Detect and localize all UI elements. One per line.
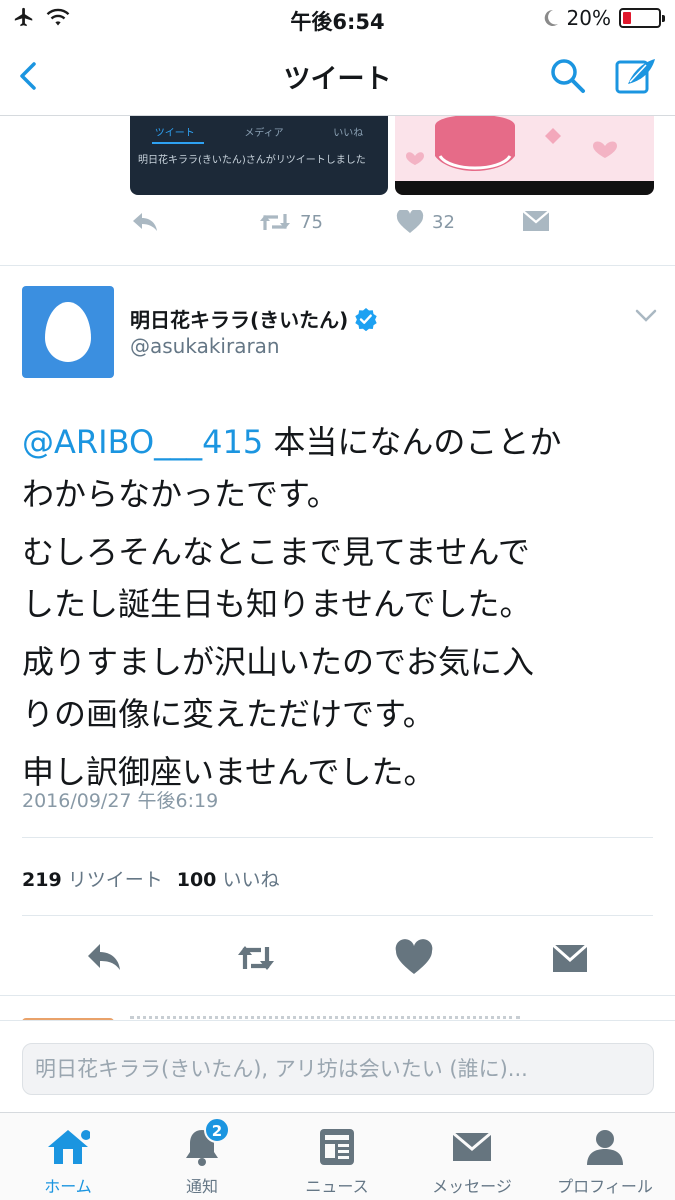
user-name-row[interactable]: 明日花キララ(きいたん) [130, 304, 378, 333]
moon-icon [544, 9, 558, 26]
tweet-actions [0, 930, 675, 984]
tweet-text: @ARIBO___415 本当になんのことか わからなかったです。 むしろそんな… [22, 416, 662, 804]
tweet-stats: 219 リツイート 100 いいね [22, 865, 279, 892]
divider [22, 915, 653, 916]
tweet-line: むしろそんなとこまで見てませんで [22, 533, 530, 571]
reply-input[interactable]: 明日花キララ(きいたん), アリ坊は会いたい (誰に)... [22, 1043, 654, 1095]
divider [0, 265, 675, 266]
tab-bar: ホーム 2 通知 ニュース メッセージ プロフィール [0, 1112, 675, 1200]
tab-notifications[interactable]: 2 通知 [142, 1117, 262, 1200]
like-count: 100 [176, 869, 217, 891]
media-thumbnail-image[interactable] [395, 116, 654, 195]
thumb-retweet-text: 明日花キララ(きいたん)さんがリツイートしました [138, 155, 366, 166]
tab-messages[interactable]: メッセージ [412, 1127, 532, 1200]
verified-badge-icon [355, 307, 377, 331]
nav-bar: ツイート [0, 38, 675, 116]
media-thumbnail-screenshot[interactable]: ツイート メディア いいね 明日花キララ(きいたん)さんがリツイートしました [130, 116, 388, 195]
search-icon[interactable] [548, 56, 588, 96]
heart-icon [396, 210, 424, 233]
retweet-icon[interactable] [236, 938, 276, 978]
like-stat[interactable]: 100 いいね [177, 865, 280, 892]
prev-like-button[interactable]: 32 [396, 210, 455, 234]
prev-like-count: 32 [432, 211, 455, 233]
prev-reply-button[interactable] [130, 210, 160, 234]
person-icon [587, 1130, 623, 1165]
thumb-tabs: ツイート メディア いいね [130, 124, 388, 139]
compose-tweet-icon[interactable] [614, 56, 658, 96]
divider [0, 995, 675, 996]
thumb-tab: メディア [244, 128, 284, 139]
tweet-line: @ARIBO___415 本当になんのことか [22, 416, 662, 468]
tweet-line-text: 本当になんのことか [263, 423, 562, 461]
tweet-line: 成りすましが沢山いたのでお気に入 [22, 643, 535, 681]
image-bottom-bar [395, 181, 654, 195]
tab-label: ニュース [305, 1177, 369, 1196]
heart-icon[interactable] [394, 938, 434, 978]
battery-level [623, 12, 631, 24]
tab-news[interactable]: ニュース [277, 1127, 397, 1200]
tab-label: 通知 [185, 1177, 218, 1196]
prev-retweet-count: 75 [300, 211, 323, 233]
default-egg-avatar-icon [45, 302, 91, 362]
reply-bar: 明日花キララ(きいたん), アリ坊は会いたい (誰に)... [0, 1020, 675, 1112]
envelope-icon [452, 1131, 492, 1161]
envelope-icon [522, 210, 550, 231]
chevron-down-icon[interactable] [634, 308, 658, 324]
tweet-line: りの画像に変えただけです。 [22, 695, 435, 733]
prev-retweet-button[interactable]: 75 [258, 210, 323, 234]
divider [22, 837, 653, 838]
like-label: いいね [222, 869, 280, 891]
tweet-line: したし誕生日も知りませんでした。 [22, 585, 532, 623]
tab-label: プロフィール [557, 1177, 653, 1196]
status-right: 20% [543, 6, 665, 30]
news-icon [320, 1129, 354, 1165]
avatar[interactable] [22, 286, 114, 378]
user-handle[interactable]: @asukakiraran [130, 334, 280, 358]
battery-percent: 20% [566, 6, 611, 30]
home-icon [48, 1130, 91, 1164]
battery-icon [619, 8, 665, 28]
previous-tweet-actions: 75 32 [130, 210, 550, 250]
reply-icon[interactable] [84, 938, 124, 978]
status-bar: 午後6:54 20% [0, 0, 675, 38]
thumb-tab: いいね [333, 128, 364, 139]
tab-home[interactable]: ホーム [8, 1127, 128, 1200]
tweet-timestamp: 2016/09/27 午後6:19 [22, 790, 219, 812]
thumb-tab-underline [152, 142, 204, 144]
notification-badge: 2 [204, 1117, 230, 1143]
tab-label: メッセージ [432, 1177, 512, 1196]
reply-icon [133, 213, 157, 231]
previous-tweet-media: ツイート メディア いいね 明日花キララ(きいたん)さんがリツイートしました [130, 116, 654, 196]
thumb-tab: ツイート [154, 128, 195, 139]
tweet-line: わからなかったです。 [22, 475, 339, 513]
envelope-icon[interactable] [550, 938, 590, 978]
tab-profile[interactable]: プロフィール [545, 1127, 665, 1200]
prev-message-button[interactable] [522, 210, 550, 232]
user-display-name: 明日花キララ(きいたん) [130, 308, 349, 332]
retweet-icon [260, 214, 290, 230]
tab-label: ホーム [44, 1177, 92, 1196]
retweet-stat[interactable]: 219 リツイート [22, 865, 163, 892]
mention-link[interactable]: @ARIBO___415 [22, 423, 263, 461]
retweet-label: リツイート [67, 869, 163, 891]
retweet-count: 219 [22, 869, 62, 891]
